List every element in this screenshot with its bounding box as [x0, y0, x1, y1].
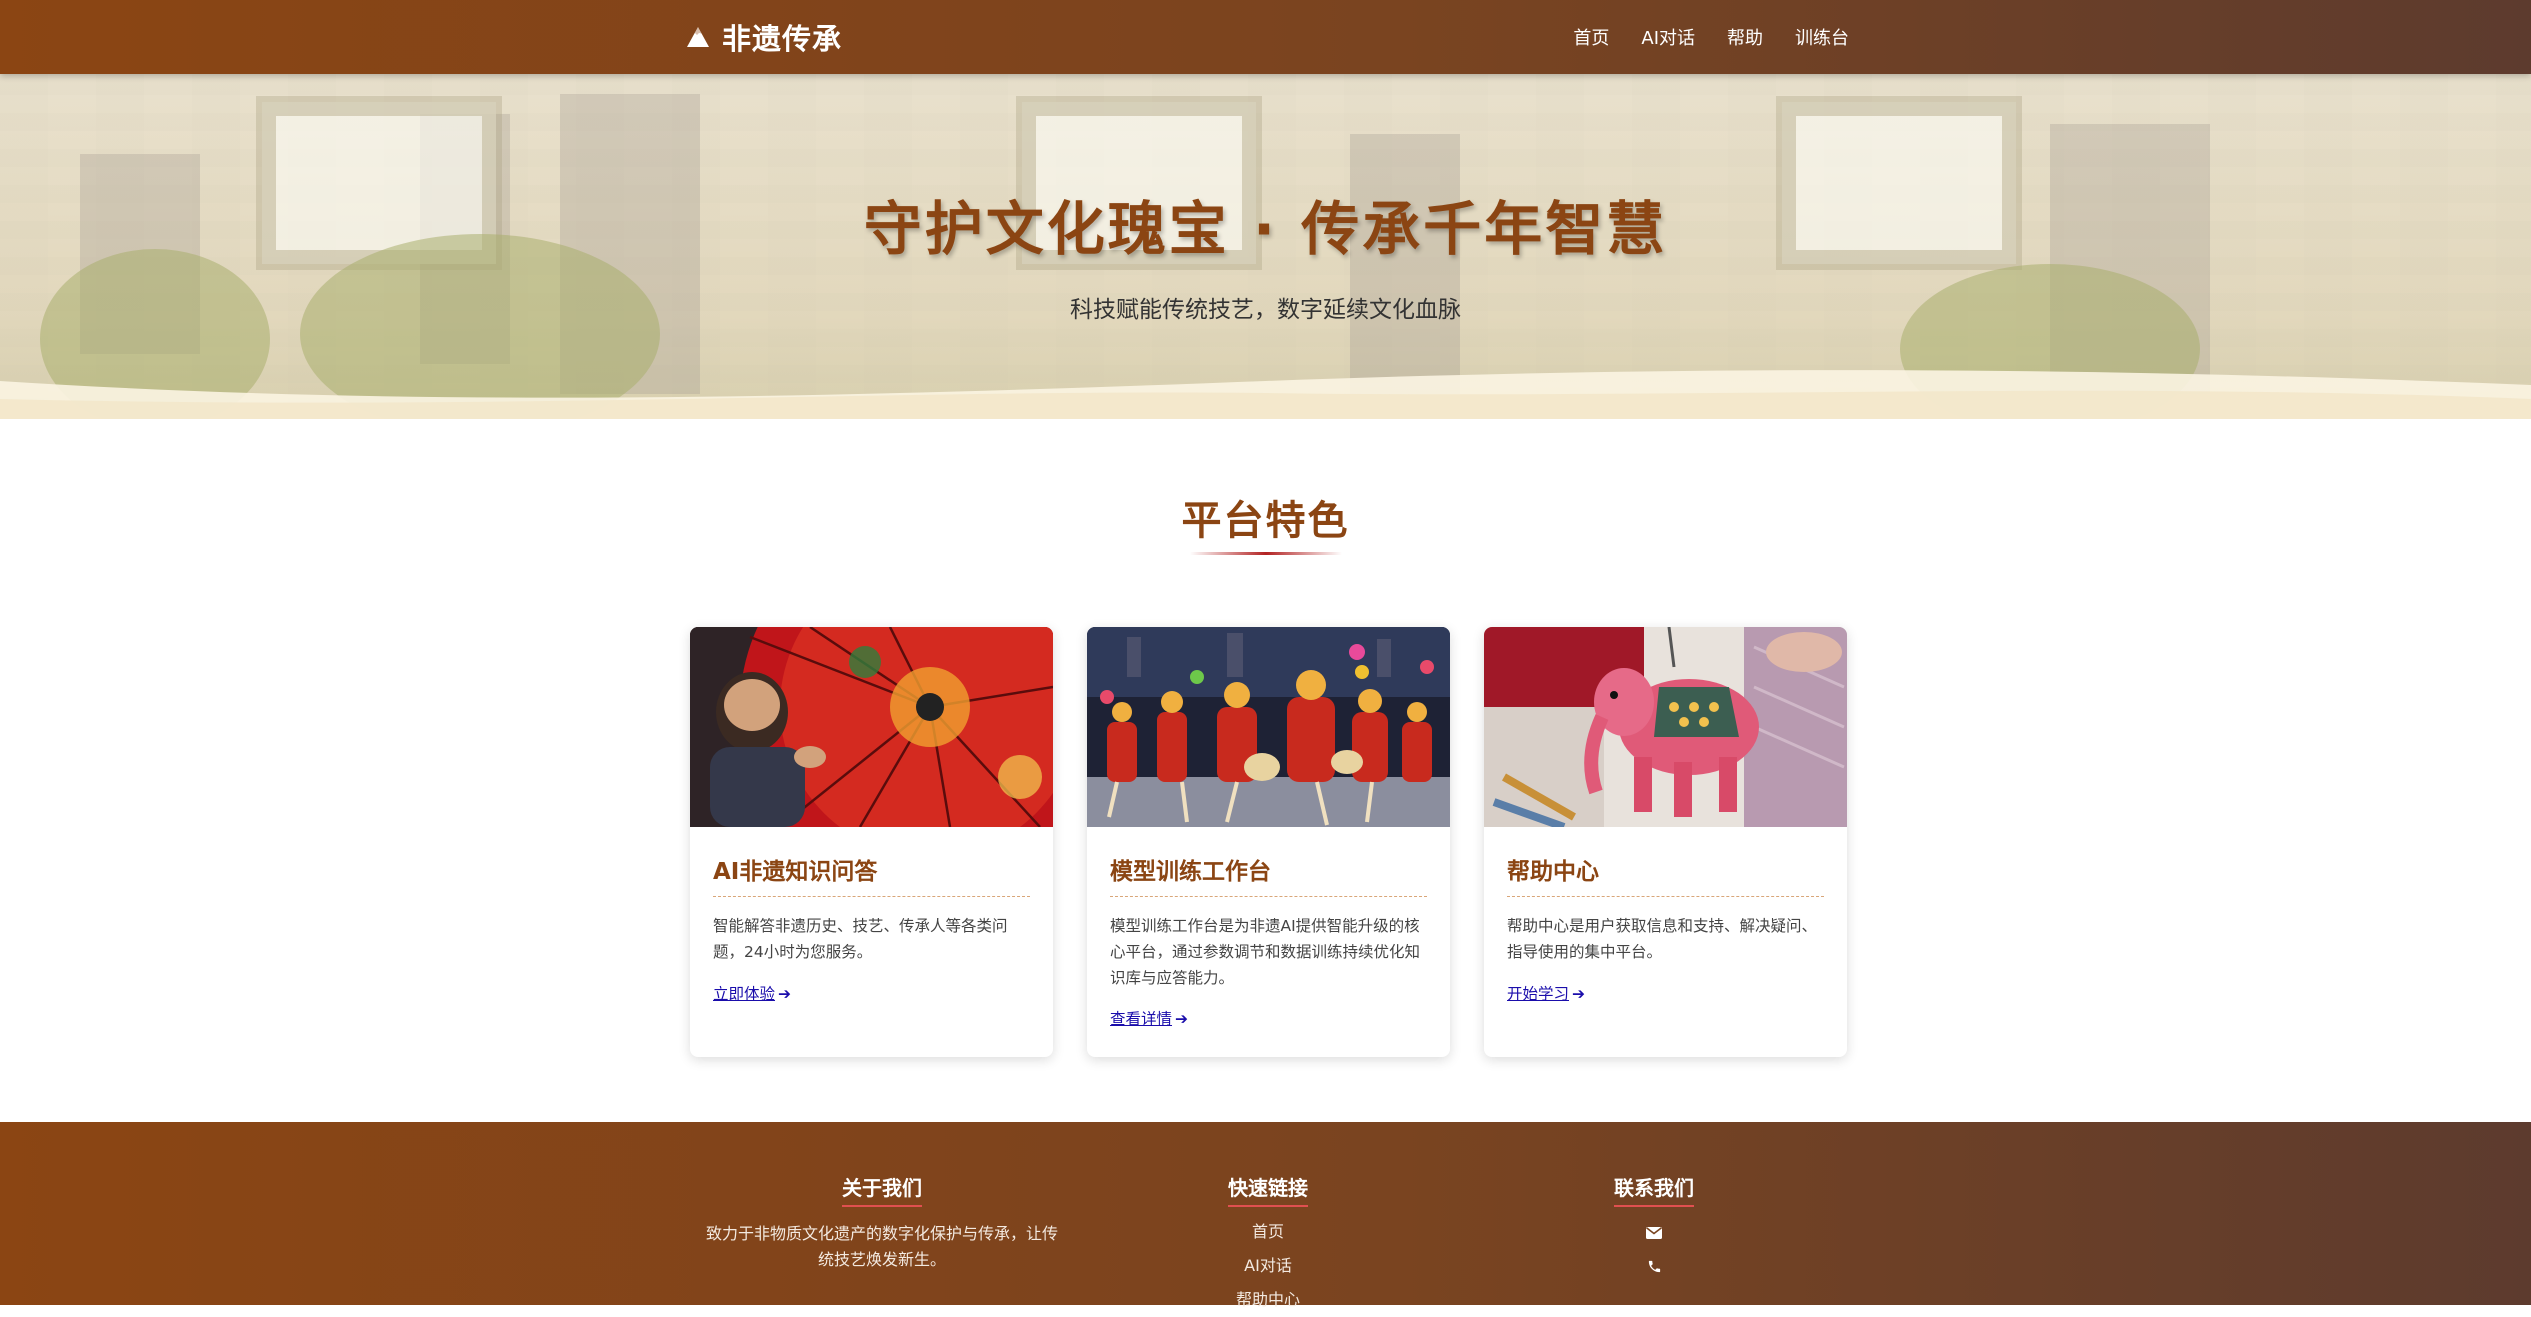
card-image-umbrella-craftsman	[690, 627, 1053, 827]
link-label: 查看详情	[1110, 1010, 1173, 1028]
card-description: 智能解答非遗历史、技艺、传承人等各类问题，24小时为您服务。	[713, 917, 1008, 961]
hero-wave	[0, 370, 2531, 419]
hero-subtitle: 科技赋能传统技艺，数字延续文化血脉	[1070, 297, 1461, 323]
feature-card-training: 模型训练工作台 模型训练工作台是为非遗AI提供智能升级的核心平台，通过参数调节和…	[1087, 627, 1450, 1057]
section-underline	[1190, 552, 1342, 555]
footer-link-ai-chat[interactable]: AI对话	[1088, 1249, 1448, 1283]
card-description: 帮助中心是用户获取信息和支持、解决疑问、指导使用的集中平台。	[1507, 917, 1818, 961]
arrow-right-icon: ➔	[1175, 1010, 1189, 1028]
nav-link-training[interactable]: 训练台	[1795, 24, 1849, 50]
view-details-link[interactable]: 查看详情 ➔	[1110, 1007, 1188, 1029]
footer-heading: 关于我们	[842, 1172, 922, 1207]
card-divider	[713, 896, 1030, 897]
envelope-icon[interactable]	[1474, 1215, 1834, 1249]
mountain-icon	[686, 26, 710, 48]
nav-link-ai-chat[interactable]: AI对话	[1641, 24, 1695, 50]
card-title: AI非遗知识问答	[713, 859, 878, 885]
footer: 关于我们 致力于非物质文化遗产的数字化保护与传承，让传统技艺焕发新生。 快速链接…	[0, 1122, 2531, 1309]
link-label: 立即体验	[713, 985, 776, 1003]
footer-contact: 联系我们	[1474, 1122, 1834, 1283]
link-label: 开始学习	[1507, 985, 1570, 1003]
footer-link-home[interactable]: 首页	[1088, 1215, 1448, 1249]
card-title: 模型训练工作台	[1110, 859, 1271, 885]
section-title: 平台特色	[1181, 498, 1350, 544]
footer-about: 关于我们 致力于非物质文化遗产的数字化保护与传承，让传统技艺焕发新生。	[702, 1122, 1062, 1273]
brand-name: 非遗传承	[722, 22, 843, 56]
footer-about-text: 致力于非物质文化遗产的数字化保护与传承，让传统技艺焕发新生。	[705, 1224, 1058, 1269]
nav-link-home[interactable]: 首页	[1573, 24, 1609, 50]
try-now-link[interactable]: 立即体验 ➔	[713, 982, 791, 1004]
hero-title: 守护文化瑰宝 · 传承千年智慧	[863, 195, 1668, 263]
card-description: 模型训练工作台是为非遗AI提供智能升级的核心平台，通过参数调节和数据训练持续优化…	[1110, 917, 1421, 987]
arrow-right-icon: ➔	[1572, 985, 1586, 1003]
navbar: 非遗传承 首页 AI对话 帮助 训练台	[0, 0, 2531, 74]
hero-banner: 守护文化瑰宝 · 传承千年智慧 科技赋能传统技艺，数字延续文化血脉	[0, 74, 2531, 419]
feature-card-help-center: 帮助中心 帮助中心是用户获取信息和支持、解决疑问、指导使用的集中平台。 开始学习…	[1484, 627, 1847, 1057]
phone-icon[interactable]	[1474, 1249, 1834, 1283]
footer-heading: 快速链接	[1228, 1172, 1308, 1207]
card-divider	[1507, 896, 1824, 897]
footer-heading: 联系我们	[1614, 1172, 1694, 1207]
nav-links: 首页 AI对话 帮助 训练台	[1573, 0, 1849, 74]
brand[interactable]: 非遗传承	[686, 0, 842, 74]
card-image-folk-dance	[1087, 627, 1450, 827]
card-image-shadow-puppet-elephant	[1484, 627, 1847, 827]
feature-card-ai-qa: AI非遗知识问答 智能解答非遗历史、技艺、传承人等各类问题，24小时为您服务。 …	[690, 627, 1053, 1057]
card-divider	[1110, 896, 1427, 897]
start-learning-link[interactable]: 开始学习 ➔	[1507, 982, 1585, 1004]
arrow-right-icon: ➔	[778, 985, 792, 1003]
footer-quick-links: 快速链接 首页 AI对话 帮助中心	[1088, 1122, 1448, 1317]
nav-link-help[interactable]: 帮助	[1727, 24, 1763, 50]
card-title: 帮助中心	[1507, 859, 1599, 885]
footer-link-help-center[interactable]: 帮助中心	[1088, 1283, 1448, 1317]
